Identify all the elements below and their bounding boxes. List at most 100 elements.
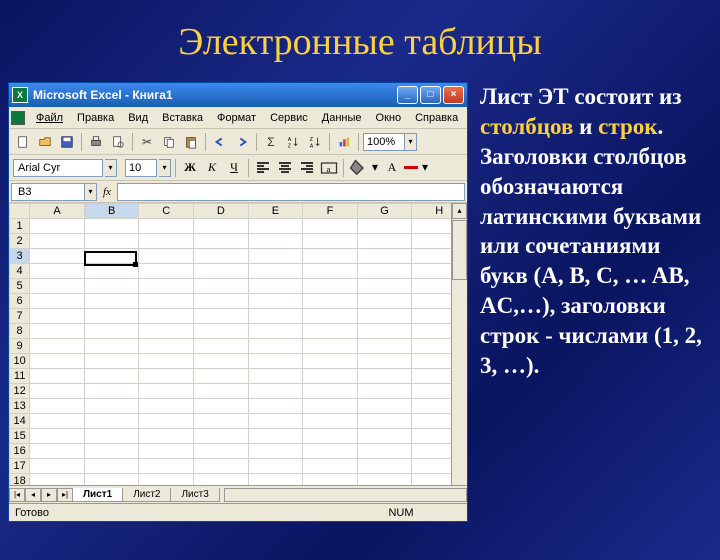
font-color-icon[interactable]: A (382, 158, 402, 178)
row-header[interactable]: 17 (10, 459, 30, 474)
window-title: Microsoft Excel - Книга1 (33, 88, 395, 102)
underline-button[interactable]: Ч (224, 158, 244, 178)
col-header[interactable]: B (84, 204, 139, 219)
select-all-corner[interactable] (10, 204, 30, 219)
sheet-tab-3[interactable]: Лист3 (170, 488, 219, 502)
separator (329, 133, 330, 151)
close-button[interactable]: × (443, 86, 464, 104)
col-header[interactable]: C (139, 204, 194, 219)
row-header[interactable]: 1 (10, 219, 30, 234)
paste-icon[interactable] (181, 132, 201, 152)
undo-icon[interactable] (210, 132, 230, 152)
sort-desc-icon[interactable]: ZA (305, 132, 325, 152)
tab-nav-next-icon[interactable]: ▸ (41, 488, 57, 502)
row-header[interactable]: 9 (10, 339, 30, 354)
align-right-icon[interactable] (297, 158, 317, 178)
menu-file[interactable]: Файл (30, 110, 69, 126)
name-box[interactable]: B3 (11, 183, 85, 201)
separator (248, 159, 249, 177)
titlebar[interactable]: X Microsoft Excel - Книга1 _ □ × (9, 83, 467, 107)
copy-icon[interactable] (159, 132, 179, 152)
zoom-combo[interactable]: 100% (363, 133, 405, 151)
font-color-dropdown-icon[interactable]: ▾ (420, 158, 430, 178)
sheet-tab-bar: |◂ ◂ ▸ ▸| Лист1 Лист2 Лист3 (9, 485, 467, 503)
italic-button[interactable]: К (202, 158, 222, 178)
cell-grid[interactable]: A B C D E F G H 1 2 3 4 5 6 7 (9, 203, 467, 485)
sort-asc-icon[interactable]: AZ (283, 132, 303, 152)
sheet-tab-1[interactable]: Лист1 (72, 488, 123, 502)
tab-nav-last-icon[interactable]: ▸| (57, 488, 73, 502)
vertical-scrollbar[interactable]: ▴ (451, 203, 467, 485)
fx-icon[interactable]: fx (103, 186, 111, 198)
col-header[interactable]: F (303, 204, 358, 219)
menu-tools[interactable]: Сервис (264, 110, 314, 126)
save-icon[interactable] (57, 132, 77, 152)
menu-insert[interactable]: Вставка (156, 110, 209, 126)
merge-center-icon[interactable]: a (319, 158, 339, 178)
align-left-icon[interactable] (253, 158, 273, 178)
separator (81, 133, 82, 151)
autosum-icon[interactable]: Σ (261, 132, 281, 152)
row-header[interactable]: 10 (10, 354, 30, 369)
menubar: Файл Правка Вид Вставка Формат Сервис Да… (9, 107, 467, 129)
caption-keyword-rows: строк (598, 114, 657, 139)
name-dropdown-icon[interactable]: ▾ (85, 183, 97, 201)
row-header[interactable]: 5 (10, 279, 30, 294)
separator (256, 133, 257, 151)
maximize-button[interactable]: □ (420, 86, 441, 104)
formatting-toolbar: Arial Cyr ▾ 10 ▾ Ж К Ч a ▾ A ▾ (9, 155, 467, 181)
horizontal-scrollbar[interactable] (224, 488, 467, 502)
align-center-icon[interactable] (275, 158, 295, 178)
row-header[interactable]: 18 (10, 474, 30, 486)
workbook-icon[interactable] (11, 111, 25, 125)
minimize-button[interactable]: _ (397, 86, 418, 104)
menu-view[interactable]: Вид (122, 110, 154, 126)
row-header[interactable]: 8 (10, 324, 30, 339)
font-combo[interactable]: Arial Cyr (13, 159, 103, 177)
col-header[interactable]: A (30, 204, 85, 219)
zoom-dropdown-icon[interactable]: ▾ (405, 133, 417, 151)
formula-input[interactable] (117, 183, 465, 201)
col-header[interactable]: G (357, 204, 412, 219)
size-dropdown-icon[interactable]: ▾ (159, 159, 171, 177)
font-size-combo[interactable]: 10 (125, 159, 157, 177)
row-header[interactable]: 2 (10, 234, 30, 249)
scroll-thumb[interactable] (452, 220, 467, 280)
row-header[interactable]: 3 (10, 249, 30, 264)
font-dropdown-icon[interactable]: ▾ (105, 159, 117, 177)
tab-nav-first-icon[interactable]: |◂ (9, 488, 25, 502)
sheet-tab-2[interactable]: Лист2 (122, 488, 171, 502)
slide-title: Электронные таблицы (0, 20, 720, 64)
new-icon[interactable] (13, 132, 33, 152)
row-header[interactable]: 4 (10, 264, 30, 279)
scroll-up-icon[interactable]: ▴ (452, 203, 467, 219)
menu-format[interactable]: Формат (211, 110, 262, 126)
row-header[interactable]: 13 (10, 399, 30, 414)
bold-button[interactable]: Ж (180, 158, 200, 178)
row-header[interactable]: 7 (10, 309, 30, 324)
menu-help[interactable]: Справка (409, 110, 464, 126)
menu-edit[interactable]: Правка (71, 110, 120, 126)
row-header[interactable]: 12 (10, 384, 30, 399)
fill-color-icon[interactable] (348, 158, 368, 178)
row-header[interactable]: 16 (10, 444, 30, 459)
menu-data[interactable]: Данные (316, 110, 368, 126)
col-header[interactable]: E (248, 204, 303, 219)
preview-icon[interactable] (108, 132, 128, 152)
excel-window: X Microsoft Excel - Книга1 _ □ × Файл Пр… (8, 82, 468, 522)
print-icon[interactable] (86, 132, 106, 152)
row-header[interactable]: 14 (10, 414, 30, 429)
tab-nav-prev-icon[interactable]: ◂ (25, 488, 41, 502)
col-header[interactable]: D (194, 204, 249, 219)
open-icon[interactable] (35, 132, 55, 152)
redo-icon[interactable] (232, 132, 252, 152)
cut-icon[interactable]: ✂ (137, 132, 157, 152)
row-header[interactable]: 11 (10, 369, 30, 384)
chart-icon[interactable] (334, 132, 354, 152)
row-header[interactable]: 15 (10, 429, 30, 444)
fill-dropdown-icon[interactable]: ▾ (370, 158, 380, 178)
svg-text:a: a (327, 163, 331, 173)
svg-text:A: A (288, 137, 292, 143)
row-header[interactable]: 6 (10, 294, 30, 309)
menu-window[interactable]: Окно (370, 110, 408, 126)
